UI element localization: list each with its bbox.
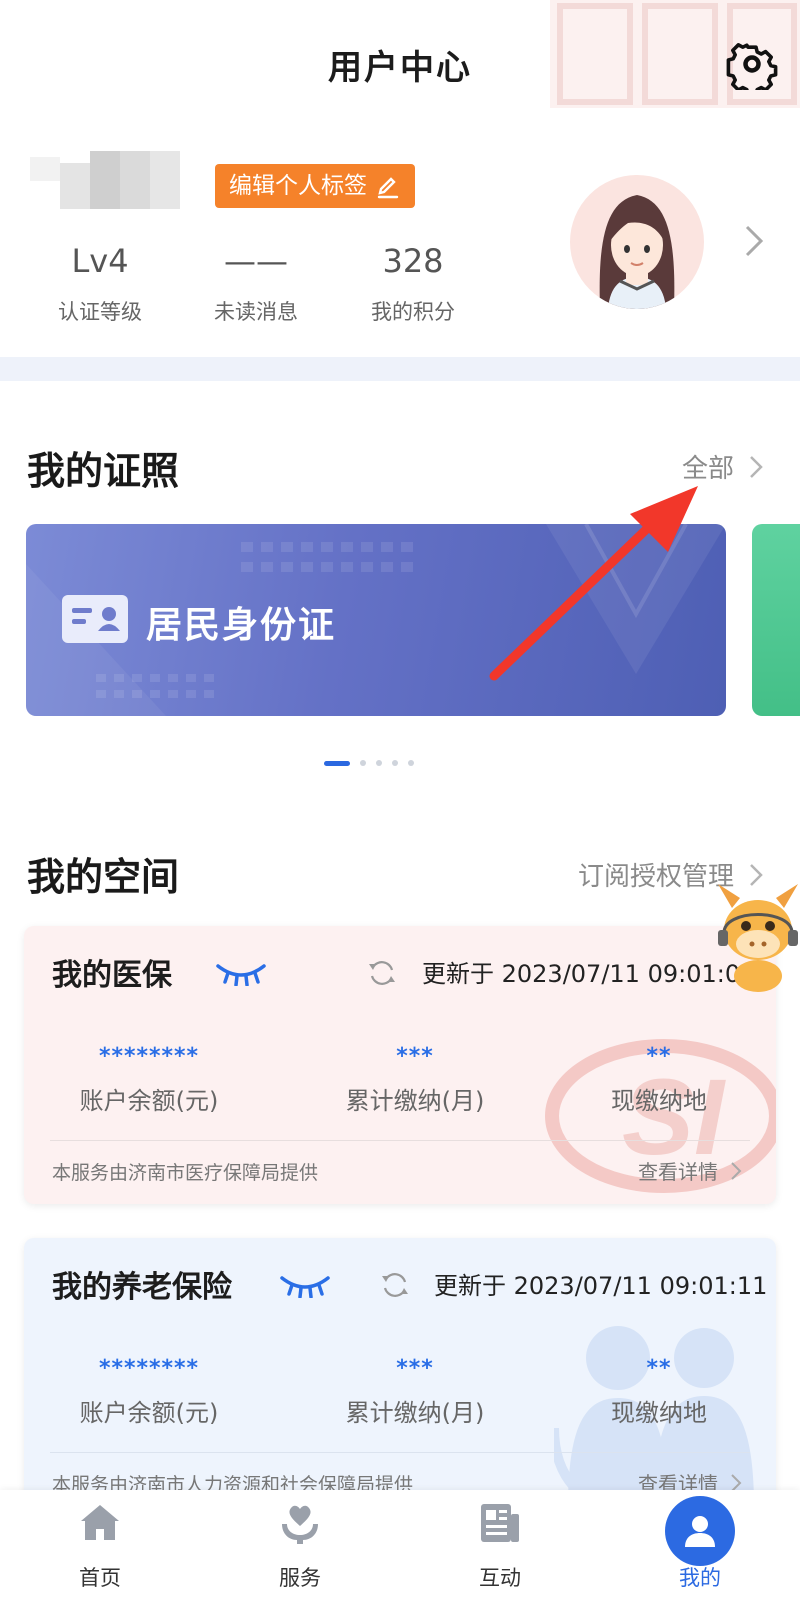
tab-me-label: 我的 — [679, 1566, 721, 1590]
pension-values: ******** 账户余额(元) *** 累计缴纳(月) ** 现缴纳地 — [24, 1356, 776, 1446]
carousel-dot — [360, 760, 366, 766]
card-divider — [50, 1452, 750, 1453]
profile-panel: 编辑个人标签 Lv4 认证等级 —— 未读消息 328 我的积分 — [0, 135, 800, 355]
carousel-dot — [392, 760, 398, 766]
pension-months-label: 累计缴纳(月) — [345, 1399, 485, 1427]
section-divider — [0, 357, 800, 381]
next-license-card[interactable] — [752, 524, 800, 716]
medical-detail-link[interactable]: 查看详情 — [638, 1156, 742, 1185]
tab-me[interactable]: 我的 — [600, 1490, 800, 1612]
stat-label: 未读消息 — [214, 300, 298, 324]
carousel-dot — [408, 760, 414, 766]
medical-months: *** 累计缴纳(月) — [320, 1044, 510, 1116]
edit-pen-icon — [377, 177, 399, 199]
eye-closed-icon[interactable] — [278, 1270, 332, 1298]
pension-balance: ******** 账户余额(元) — [54, 1356, 244, 1428]
pension-balance-value: ******** — [98, 1356, 200, 1381]
stat-value: Lv4 — [71, 242, 129, 280]
stat-unread-messages[interactable]: —— 未读消息 — [176, 240, 336, 326]
pension-balance-label: 账户余额(元) — [79, 1399, 219, 1427]
avatar-girl-icon — [599, 195, 675, 309]
red-arrow-annotation — [489, 486, 698, 681]
id-card-label: 居民身份证 — [146, 605, 337, 646]
medical-provider: 本服务由济南市医疗保障局提供 — [52, 1162, 319, 1184]
space-title: 我的空间 — [27, 855, 180, 899]
medical-location-label: 现缴纳地 — [611, 1087, 707, 1115]
tab-home-label: 首页 — [79, 1566, 121, 1590]
medical-updated-time: 更新于 2023/07/11 09:01:08 — [422, 960, 756, 988]
blurred-username — [30, 149, 180, 209]
medical-location: ** 现缴纳地 — [564, 1044, 754, 1116]
gear-icon[interactable] — [726, 38, 778, 90]
pension-insurance-card[interactable]: 我的养老保险 更新于 2023/07/11 09:01:11 ******** … — [24, 1238, 776, 1500]
medical-months-label: 累计缴纳(月) — [345, 1087, 485, 1115]
subscription-manage-label: 订阅授权管理 — [577, 862, 734, 892]
stat-label: 认证等级 — [58, 300, 142, 324]
pension-months: *** 累计缴纳(月) — [320, 1356, 510, 1428]
medical-balance-value: ******** — [98, 1044, 200, 1069]
medical-values: ******** 账户余额(元) *** 累计缴纳(月) ** 现缴纳地 — [24, 1044, 776, 1134]
tab-interact[interactable]: 互动 — [400, 1490, 600, 1612]
pension-months-value: *** — [396, 1356, 434, 1381]
pension-title: 我的养老保险 — [52, 1270, 232, 1305]
card-divider — [50, 1140, 750, 1141]
me-icon-wrap — [665, 1496, 735, 1566]
pension-location-value: ** — [646, 1356, 672, 1381]
chevron-right-icon[interactable] — [742, 223, 766, 259]
page-title: 用户中心 — [328, 48, 472, 88]
medical-insurance-card[interactable]: SI 我的医保 更新于 2023/07/11 09:01:08 ********… — [24, 926, 776, 1204]
eye-closed-icon[interactable] — [214, 958, 268, 986]
stat-value: 328 — [382, 242, 444, 280]
carousel-dot — [376, 760, 382, 766]
tab-interact-label: 互动 — [479, 1566, 521, 1590]
medical-balance: ******** 账户余额(元) — [54, 1044, 244, 1116]
bottom-tab-bar: 首页 服务 互动 我的 — [0, 1490, 800, 1612]
tab-service-label: 服务 — [279, 1566, 321, 1590]
medical-location-value: ** — [646, 1044, 672, 1069]
header: 用户中心 — [0, 0, 800, 120]
tab-service[interactable]: 服务 — [200, 1490, 400, 1612]
carousel-dot-active — [324, 760, 350, 766]
refresh-icon[interactable] — [367, 958, 397, 988]
pension-updated-time: 更新于 2023/07/11 09:01:11 — [434, 1272, 768, 1300]
stat-value: —— — [224, 242, 288, 280]
carousel-indicator[interactable] — [324, 758, 414, 768]
stat-points[interactable]: 328 我的积分 — [333, 240, 493, 326]
chevron-right-icon — [731, 1161, 742, 1180]
licenses-title: 我的证照 — [27, 449, 180, 493]
stat-label: 我的积分 — [371, 300, 455, 324]
home-icon — [81, 1505, 119, 1540]
stat-cert-level[interactable]: Lv4 认证等级 — [20, 240, 180, 326]
id-card-icon — [62, 595, 128, 643]
medical-title: 我的医保 — [52, 958, 172, 993]
medical-detail-label: 查看详情 — [638, 1160, 718, 1184]
edit-tag-button[interactable]: 编辑个人标签 — [215, 164, 415, 208]
mascot-assistant-icon[interactable] — [712, 878, 800, 994]
pension-location: ** 现缴纳地 — [564, 1356, 754, 1428]
medical-balance-label: 账户余额(元) — [79, 1087, 219, 1115]
edit-tag-label: 编辑个人标签 — [229, 173, 367, 199]
chevron-right-icon — [750, 455, 763, 478]
refresh-icon[interactable] — [380, 1270, 410, 1300]
pension-location-label: 现缴纳地 — [611, 1399, 707, 1427]
medical-months-value: *** — [396, 1044, 434, 1069]
service-icon — [282, 1505, 318, 1544]
avatar[interactable] — [570, 175, 704, 309]
news-icon — [481, 1504, 519, 1542]
tab-home[interactable]: 首页 — [0, 1490, 200, 1612]
user-icon — [665, 1496, 735, 1566]
